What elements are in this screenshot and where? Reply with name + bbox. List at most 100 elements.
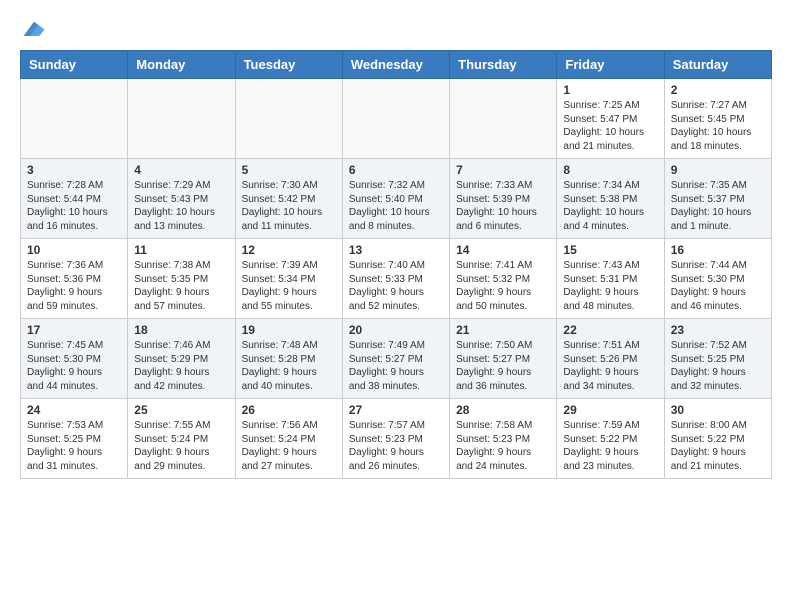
day-info: Sunrise: 7:49 AMSunset: 5:27 PMDaylight:…	[349, 339, 443, 393]
day-cell: 19 Sunrise: 7:48 AMSunset: 5:28 PMDayligh…	[235, 319, 342, 399]
day-cell: 17 Sunrise: 7:45 AMSunset: 5:30 PMDayligh…	[21, 319, 128, 399]
day-info: Sunrise: 7:48 AMSunset: 5:28 PMDaylight:…	[242, 339, 336, 393]
day-number: 4	[134, 163, 228, 177]
day-info: Sunrise: 7:51 AMSunset: 5:26 PMDaylight:…	[563, 339, 657, 393]
day-info: Sunrise: 7:41 AMSunset: 5:32 PMDaylight:…	[456, 259, 550, 313]
day-cell: 4 Sunrise: 7:29 AMSunset: 5:43 PMDaylight…	[128, 159, 235, 239]
day-info: Sunrise: 7:52 AMSunset: 5:25 PMDaylight:…	[671, 339, 765, 393]
day-cell: 22 Sunrise: 7:51 AMSunset: 5:26 PMDayligh…	[557, 319, 664, 399]
day-info: Sunrise: 7:34 AMSunset: 5:38 PMDaylight:…	[563, 179, 657, 233]
day-cell: 6Sunrise: 7:32 AMSunset: 5:40 PMDaylight…	[342, 159, 449, 239]
day-cell: 1 Sunrise: 7:25 AMSunset: 5:47 PMDaylight…	[557, 79, 664, 159]
day-cell: 25Sunrise: 7:55 AMSunset: 5:24 PMDayligh…	[128, 399, 235, 479]
day-number: 17	[27, 323, 121, 337]
page: SundayMondayTuesdayWednesdayThursdayFrid…	[0, 0, 792, 495]
day-number: 25	[134, 403, 228, 417]
day-number: 6	[349, 163, 443, 177]
weekday-sunday: Sunday	[21, 51, 128, 79]
day-cell: 15 Sunrise: 7:43 AMSunset: 5:31 PMDayligh…	[557, 239, 664, 319]
day-cell	[235, 79, 342, 159]
day-cell: 11Sunrise: 7:38 AMSunset: 5:35 PMDayligh…	[128, 239, 235, 319]
day-number: 21	[456, 323, 550, 337]
day-info: Sunrise: 7:35 AMSunset: 5:37 PMDaylight:…	[671, 179, 765, 233]
day-number: 30	[671, 403, 765, 417]
day-number: 29	[563, 403, 657, 417]
day-number: 13	[349, 243, 443, 257]
day-number: 24	[27, 403, 121, 417]
day-number: 28	[456, 403, 550, 417]
day-cell: 7 Sunrise: 7:33 AMSunset: 5:39 PMDaylight…	[450, 159, 557, 239]
day-info: Sunrise: 7:53 AMSunset: 5:25 PMDaylight:…	[27, 419, 121, 473]
day-number: 11	[134, 243, 228, 257]
day-cell: 29 Sunrise: 7:59 AMSunset: 5:22 PMDayligh…	[557, 399, 664, 479]
day-number: 10	[27, 243, 121, 257]
week-row-2: 3Sunrise: 7:28 AMSunset: 5:44 PMDaylight…	[21, 159, 772, 239]
day-cell: 30 Sunrise: 8:00 AMSunset: 5:22 PMDayligh…	[664, 399, 771, 479]
day-cell: 13 Sunrise: 7:40 AMSunset: 5:33 PMDayligh…	[342, 239, 449, 319]
day-cell: 3Sunrise: 7:28 AMSunset: 5:44 PMDaylight…	[21, 159, 128, 239]
day-cell: 21Sunrise: 7:50 AMSunset: 5:27 PMDayligh…	[450, 319, 557, 399]
day-cell: 24 Sunrise: 7:53 AMSunset: 5:25 PMDayligh…	[21, 399, 128, 479]
day-info: Sunrise: 7:57 AMSunset: 5:23 PMDaylight:…	[349, 419, 443, 473]
week-row-5: 24 Sunrise: 7:53 AMSunset: 5:25 PMDayligh…	[21, 399, 772, 479]
day-number: 7	[456, 163, 550, 177]
day-number: 3	[27, 163, 121, 177]
day-cell	[342, 79, 449, 159]
weekday-monday: Monday	[128, 51, 235, 79]
day-info: Sunrise: 7:56 AMSunset: 5:24 PMDaylight:…	[242, 419, 336, 473]
day-info: Sunrise: 7:36 AMSunset: 5:36 PMDaylight:…	[27, 259, 121, 313]
logo-icon	[22, 16, 46, 40]
day-info: Sunrise: 7:45 AMSunset: 5:30 PMDaylight:…	[27, 339, 121, 393]
day-info: Sunrise: 7:43 AMSunset: 5:31 PMDaylight:…	[563, 259, 657, 313]
calendar-table: SundayMondayTuesdayWednesdayThursdayFrid…	[20, 50, 772, 479]
day-number: 23	[671, 323, 765, 337]
day-cell	[21, 79, 128, 159]
day-info: Sunrise: 7:27 AMSunset: 5:45 PMDaylight:…	[671, 99, 765, 153]
day-number: 22	[563, 323, 657, 337]
day-number: 1	[563, 83, 657, 97]
day-cell: 2 Sunrise: 7:27 AMSunset: 5:45 PMDaylight…	[664, 79, 771, 159]
day-number: 16	[671, 243, 765, 257]
day-cell: 16 Sunrise: 7:44 AMSunset: 5:30 PMDayligh…	[664, 239, 771, 319]
day-info: Sunrise: 7:25 AMSunset: 5:47 PMDaylight:…	[563, 99, 657, 153]
day-info: Sunrise: 7:33 AMSunset: 5:39 PMDaylight:…	[456, 179, 550, 233]
day-info: Sunrise: 7:59 AMSunset: 5:22 PMDaylight:…	[563, 419, 657, 473]
day-number: 19	[242, 323, 336, 337]
week-row-3: 10 Sunrise: 7:36 AMSunset: 5:36 PMDayligh…	[21, 239, 772, 319]
day-number: 26	[242, 403, 336, 417]
day-info: Sunrise: 7:39 AMSunset: 5:34 PMDaylight:…	[242, 259, 336, 313]
day-info: Sunrise: 7:44 AMSunset: 5:30 PMDaylight:…	[671, 259, 765, 313]
weekday-wednesday: Wednesday	[342, 51, 449, 79]
day-info: Sunrise: 8:00 AMSunset: 5:22 PMDaylight:…	[671, 419, 765, 473]
logo	[20, 16, 46, 40]
day-number: 8	[563, 163, 657, 177]
day-info: Sunrise: 7:46 AMSunset: 5:29 PMDaylight:…	[134, 339, 228, 393]
day-cell: 20 Sunrise: 7:49 AMSunset: 5:27 PMDayligh…	[342, 319, 449, 399]
day-number: 15	[563, 243, 657, 257]
day-number: 2	[671, 83, 765, 97]
weekday-thursday: Thursday	[450, 51, 557, 79]
day-number: 12	[242, 243, 336, 257]
day-number: 14	[456, 243, 550, 257]
day-cell: 26 Sunrise: 7:56 AMSunset: 5:24 PMDayligh…	[235, 399, 342, 479]
day-cell	[450, 79, 557, 159]
week-row-4: 17 Sunrise: 7:45 AMSunset: 5:30 PMDayligh…	[21, 319, 772, 399]
day-number: 20	[349, 323, 443, 337]
day-cell: 12 Sunrise: 7:39 AMSunset: 5:34 PMDayligh…	[235, 239, 342, 319]
day-cell: 18 Sunrise: 7:46 AMSunset: 5:29 PMDayligh…	[128, 319, 235, 399]
week-row-1: 1 Sunrise: 7:25 AMSunset: 5:47 PMDaylight…	[21, 79, 772, 159]
day-info: Sunrise: 7:40 AMSunset: 5:33 PMDaylight:…	[349, 259, 443, 313]
weekday-saturday: Saturday	[664, 51, 771, 79]
day-cell: 14 Sunrise: 7:41 AMSunset: 5:32 PMDayligh…	[450, 239, 557, 319]
weekday-friday: Friday	[557, 51, 664, 79]
day-cell	[128, 79, 235, 159]
day-number: 5	[242, 163, 336, 177]
day-cell: 28Sunrise: 7:58 AMSunset: 5:23 PMDayligh…	[450, 399, 557, 479]
day-cell: 5Sunrise: 7:30 AMSunset: 5:42 PMDaylight…	[235, 159, 342, 239]
weekday-tuesday: Tuesday	[235, 51, 342, 79]
day-number: 18	[134, 323, 228, 337]
day-cell: 10 Sunrise: 7:36 AMSunset: 5:36 PMDayligh…	[21, 239, 128, 319]
day-cell: 23 Sunrise: 7:52 AMSunset: 5:25 PMDayligh…	[664, 319, 771, 399]
weekday-header-row: SundayMondayTuesdayWednesdayThursdayFrid…	[21, 51, 772, 79]
day-info: Sunrise: 7:29 AMSunset: 5:43 PMDaylight:…	[134, 179, 228, 233]
